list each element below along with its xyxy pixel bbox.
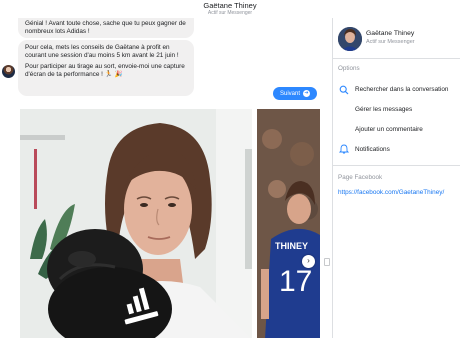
message-text: Pour participer au tirage au sort, envoi…: [25, 62, 185, 79]
option-search-conversation[interactable]: Rechercher dans la conversation: [355, 86, 448, 93]
football-photo-illustration: THINEY 17: [257, 109, 320, 338]
boxing-photo[interactable]: [20, 109, 252, 338]
jersey-number: 17: [279, 265, 312, 298]
suivant-label: Suivant: [279, 90, 300, 97]
conversation-status: Actif sur Messenger: [207, 10, 253, 16]
expand-panel-icon[interactable]: [324, 258, 330, 266]
divider: [333, 58, 460, 59]
message-text: Génial ! Avant toute chose, sache que tu…: [25, 20, 186, 36]
facebook-page-link[interactable]: https://facebook.com/GaetaneThiney/: [338, 189, 444, 196]
conversation-info-panel: Gaëtane Thiney Actif sur Messenger Optio…: [333, 18, 460, 338]
avatar-image: [338, 27, 362, 51]
profile-status: Actif sur Messenger: [366, 39, 415, 45]
divider: [333, 165, 460, 166]
option-manage-messages[interactable]: Gérer les messages: [355, 106, 412, 113]
chevron-right-icon: ›: [307, 256, 310, 265]
arrow-right-icon: ➜: [303, 90, 310, 97]
option-notifications[interactable]: Notifications: [355, 146, 390, 153]
chat-thread[interactable]: Génial ! Avant toute chose, sache que tu…: [0, 18, 332, 338]
search-icon: [339, 85, 349, 95]
jersey-name: THINEY: [275, 241, 308, 251]
message-text: Pour cela, mets les conseils de Gaëtane …: [25, 44, 179, 60]
image-carousel[interactable]: THINEY 17: [20, 109, 320, 338]
sender-avatar[interactable]: [2, 65, 15, 78]
message-bubble: Génial ! Avant toute chose, sache que tu…: [18, 18, 194, 38]
message-bubble: Pour cela, mets les conseils de Gaëtane …: [18, 40, 194, 96]
facebook-page-title: Page Facebook: [338, 174, 383, 181]
bell-icon: [339, 144, 349, 154]
options-title: Options: [338, 65, 360, 72]
profile-name: Gaëtane Thiney: [366, 30, 415, 37]
boxing-photo-illustration: [20, 109, 252, 338]
conversation-header: Gaëtane Thiney Actif sur Messenger: [0, 0, 460, 20]
suivant-button[interactable]: Suivant ➜: [273, 87, 317, 100]
profile-avatar[interactable]: [338, 27, 362, 51]
option-add-comment[interactable]: Ajouter un commentaire: [355, 126, 423, 133]
football-photo[interactable]: THINEY 17: [257, 109, 320, 338]
carousel-next-button[interactable]: ›: [302, 255, 315, 268]
conversation-title: Gaëtane Thiney: [203, 1, 257, 10]
